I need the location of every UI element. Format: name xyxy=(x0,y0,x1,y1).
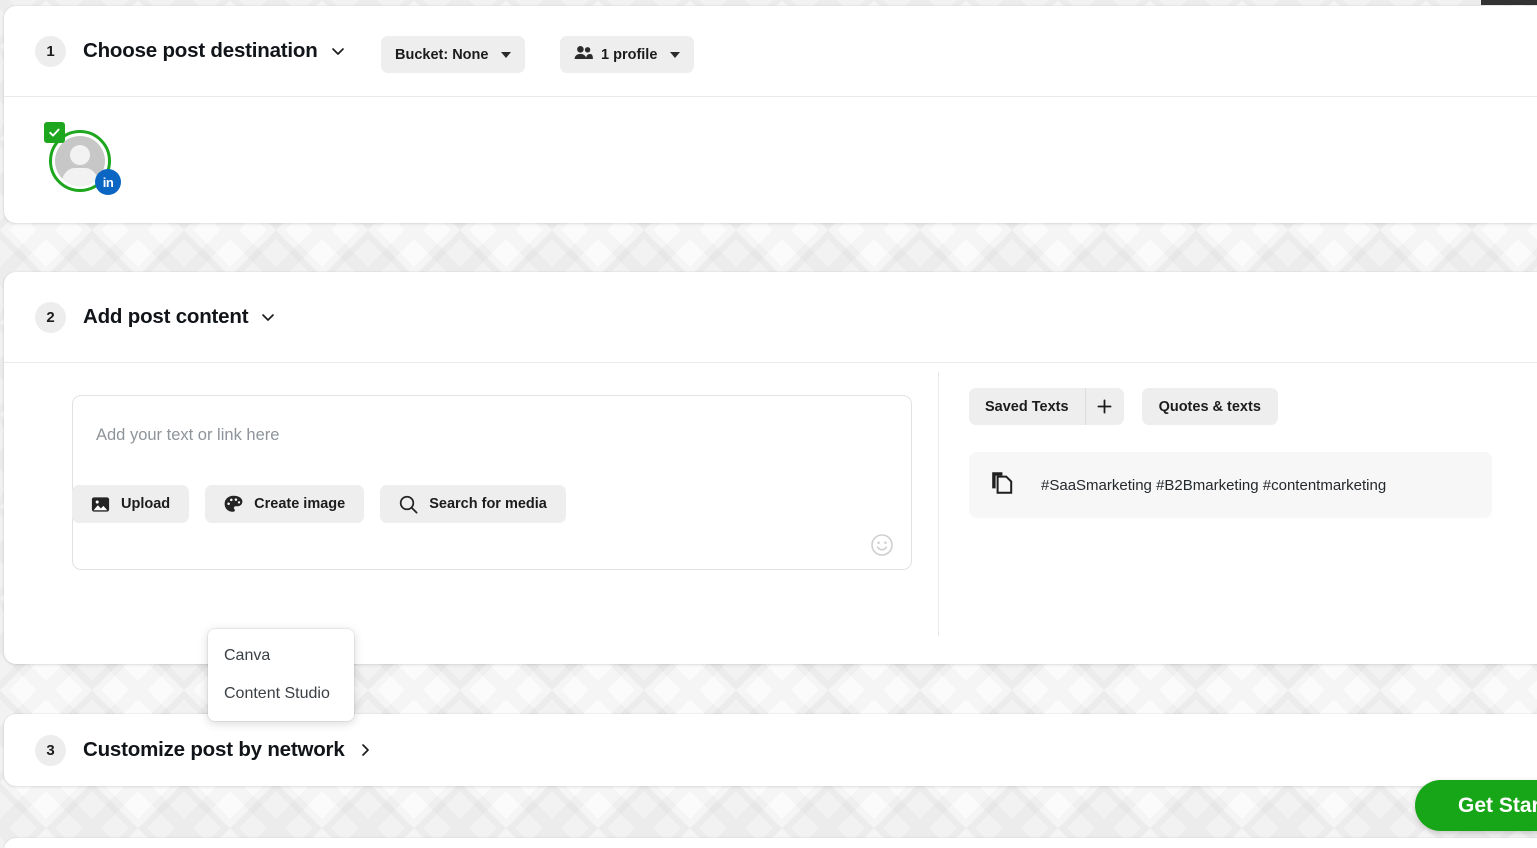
step1-divider xyxy=(4,96,1537,97)
editor-panel-separator xyxy=(938,372,939,636)
step2-title: Add post content xyxy=(83,305,249,328)
emoji-smiley-icon[interactable] xyxy=(870,533,894,557)
linkedin-icon: in xyxy=(95,169,121,195)
saved-texts-tab[interactable]: Saved Texts xyxy=(969,388,1085,425)
selected-profiles-row: in xyxy=(4,96,1537,195)
upload-button-label: Upload xyxy=(121,496,171,512)
step3-title: Customize post by network xyxy=(83,738,345,761)
plus-icon xyxy=(1097,399,1112,414)
bottom-partial-card xyxy=(4,838,1537,848)
people-icon xyxy=(574,45,593,64)
get-started-button[interactable]: Get Started xyxy=(1415,780,1537,831)
add-saved-text-button[interactable] xyxy=(1086,388,1124,425)
step1-card: 1 Choose post destination Bucket: None 1… xyxy=(4,6,1537,223)
saved-text-content: #SaaSmarketing #B2Bmarketing #contentmar… xyxy=(1041,476,1387,494)
bucket-selector-label: Bucket: None xyxy=(395,46,489,63)
step2-number-badge: 2 xyxy=(35,301,66,333)
step3-card: 3 Customize post by network xyxy=(4,714,1537,786)
create-image-button-label: Create image xyxy=(254,496,346,512)
palette-icon xyxy=(224,495,243,513)
menu-item-content-studio[interactable]: Content Studio xyxy=(208,675,354,713)
chevron-down-icon[interactable] xyxy=(327,40,349,62)
composer-column: Add your text or link here xyxy=(4,395,938,663)
search-for-media-button-label: Search for media xyxy=(429,496,547,512)
image-icon xyxy=(91,496,110,513)
profile-count-button[interactable]: 1 profile xyxy=(560,36,695,73)
step3-header[interactable]: 3 Customize post by network xyxy=(4,714,1537,786)
quotes-and-texts-button[interactable]: Quotes & texts xyxy=(1141,388,1278,425)
saved-texts-segmented-control: Saved Texts xyxy=(969,388,1124,425)
search-for-media-button[interactable]: Search for media xyxy=(380,485,566,523)
step3-number-badge: 3 xyxy=(35,734,66,766)
bucket-selector-button[interactable]: Bucket: None xyxy=(381,36,526,73)
step2-divider xyxy=(4,362,1537,363)
check-icon xyxy=(44,122,65,143)
search-icon xyxy=(399,495,418,514)
saved-texts-panel: Saved Texts Quotes & texts #SaaSmarketin… xyxy=(969,388,1509,518)
create-image-button[interactable]: Create image xyxy=(205,485,365,523)
step2-header[interactable]: 2 Add post content xyxy=(4,272,1537,362)
chevron-down-icon[interactable] xyxy=(257,306,279,328)
caret-down-icon xyxy=(501,51,512,58)
step1-header[interactable]: 1 Choose post destination xyxy=(4,6,1537,96)
media-buttons-row: Upload Create image Search for media xyxy=(72,485,566,523)
saved-text-item[interactable]: #SaaSmarketing #B2Bmarketing #contentmar… xyxy=(969,452,1492,518)
top-dark-bar xyxy=(1481,0,1537,5)
create-image-dropdown-menu: Canva Content Studio xyxy=(208,629,354,721)
profile-count-label: 1 profile xyxy=(601,46,658,63)
step1-number-badge: 1 xyxy=(35,35,66,67)
caret-down-icon xyxy=(670,51,681,58)
menu-item-canva[interactable]: Canva xyxy=(208,637,354,675)
copy-icon[interactable] xyxy=(991,471,1013,499)
upload-button[interactable]: Upload xyxy=(72,485,190,523)
profile-avatar[interactable]: in xyxy=(44,122,121,195)
post-text-editor[interactable]: Add your text or link here xyxy=(72,395,912,570)
composer-placeholder: Add your text or link here xyxy=(96,426,280,444)
step1-title: Choose post destination xyxy=(83,39,318,62)
chevron-right-icon[interactable] xyxy=(354,739,376,761)
saved-texts-toolbar: Saved Texts Quotes & texts xyxy=(969,388,1509,425)
